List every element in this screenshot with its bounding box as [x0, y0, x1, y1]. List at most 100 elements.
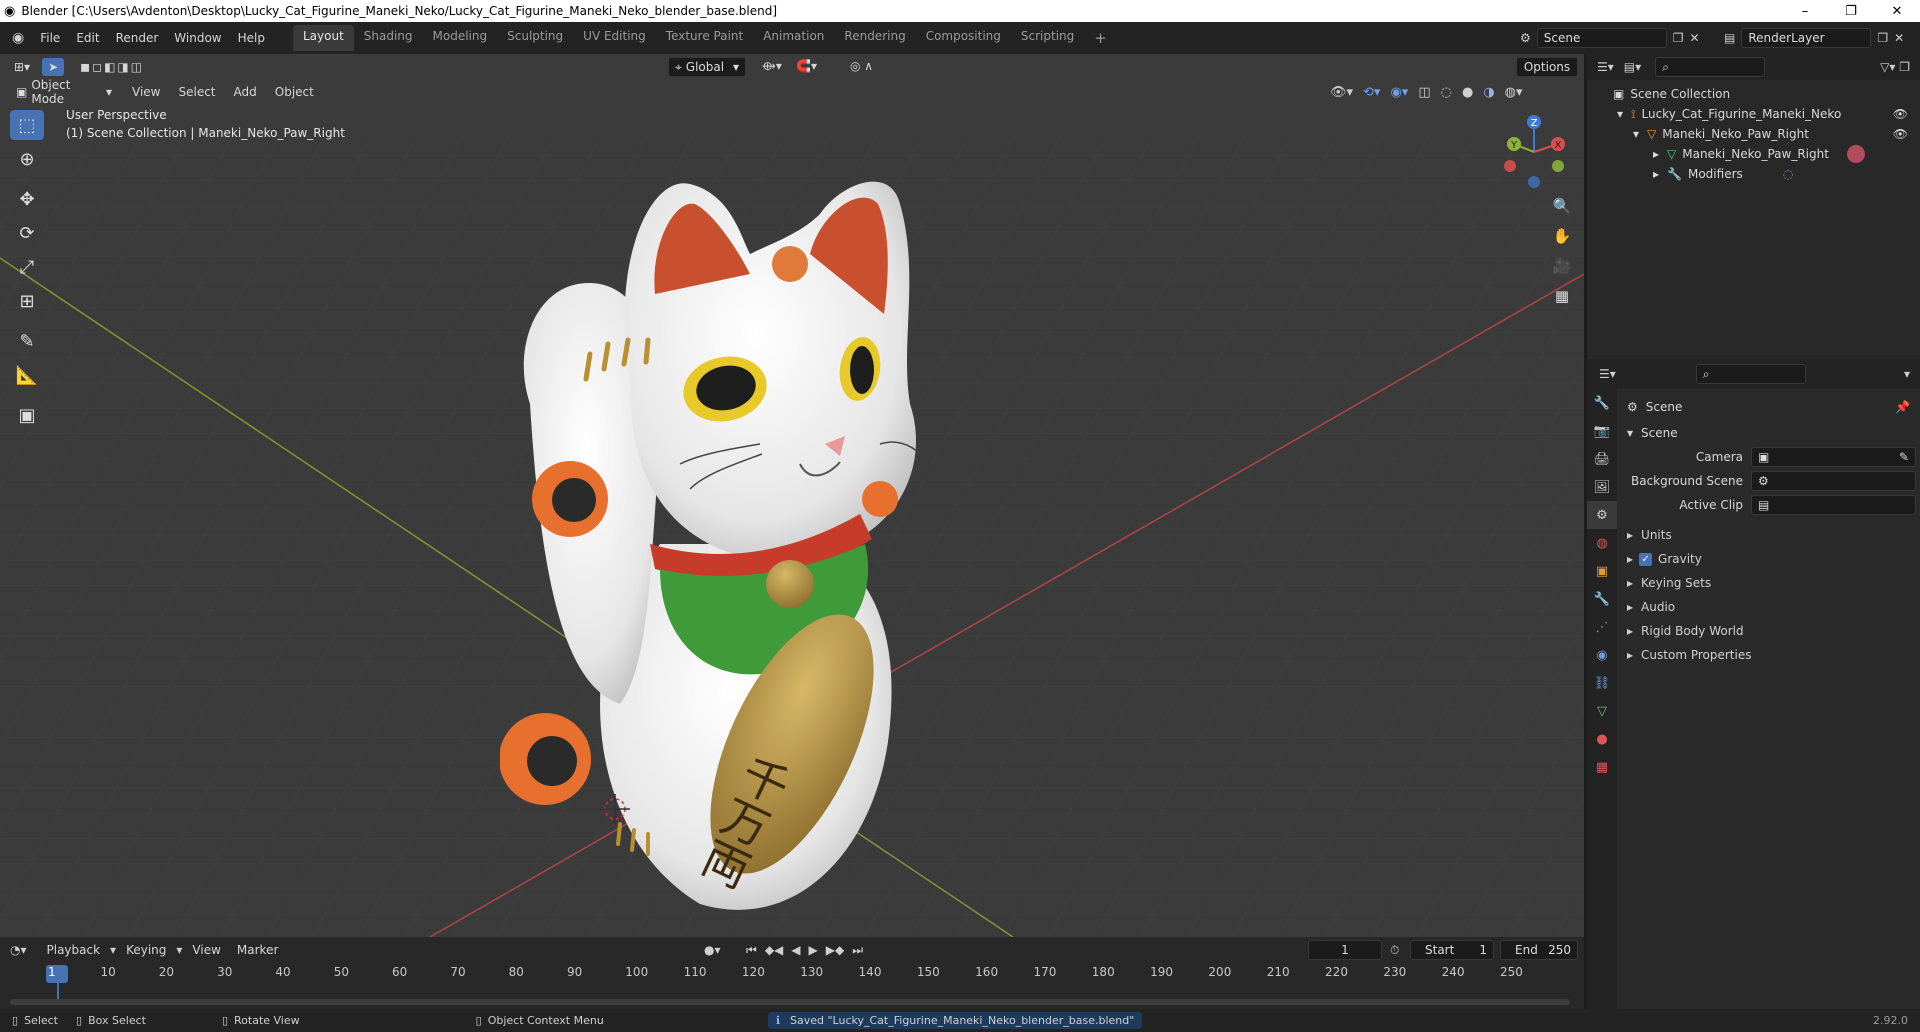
gravity-checkbox[interactable]: ✓ [1639, 552, 1653, 566]
outliner-row-scene-collection[interactable]: ▣ Scene Collection [1587, 84, 1920, 104]
timeline-scrollbar[interactable] [10, 999, 1570, 1005]
properties-editor-icon[interactable]: ☰▾ [1599, 367, 1616, 381]
collapse-chevron-icon[interactable]: ▸ [1653, 167, 1659, 181]
add-workspace-button[interactable]: + [1084, 25, 1117, 51]
start-frame-field[interactable]: Start 1 [1410, 940, 1494, 960]
audio-panel[interactable]: ▸ Audio [1617, 595, 1920, 619]
gravity-panel[interactable]: ▸ ✓ Gravity [1617, 547, 1920, 571]
expand-chevron-icon[interactable]: ▾ [1633, 127, 1639, 141]
expand-chevron-icon[interactable]: ▾ [1617, 107, 1623, 121]
keying-sets-panel[interactable]: ▸ Keying Sets [1617, 571, 1920, 595]
menu-window[interactable]: Window [166, 31, 229, 45]
play-icon[interactable]: ▶ [809, 943, 818, 958]
custom-properties-panel[interactable]: ▸ Custom Properties [1617, 643, 1920, 667]
physics-tab-icon[interactable]: ◉ [1587, 641, 1617, 669]
outliner-search-input[interactable]: ⌕ [1655, 57, 1766, 77]
display-mode-icon[interactable]: ▤▾ [1624, 60, 1641, 74]
timeline-menu-view[interactable]: View [186, 941, 226, 959]
texture-tab-icon[interactable]: ▦ [1587, 753, 1617, 781]
outliner-row-object[interactable]: ▾ ▽ Maneki_Neko_Paw_Right 👁 [1587, 124, 1920, 144]
timeline-menu-keying[interactable]: Keying [120, 941, 172, 959]
annotate-tool-icon[interactable]: ✎ [10, 326, 44, 356]
modifier-tab-icon[interactable]: 🔧 [1587, 585, 1617, 613]
frame-ruler[interactable]: 1 10 20 30 40 50 60 70 80 90 100 110 120 130 140 150 160… [0, 963, 1584, 1009]
end-frame-field[interactable]: End 250 [1500, 940, 1578, 960]
zoom-icon[interactable]: 🔍 [1548, 192, 1576, 220]
object-tab-icon[interactable]: ▣ [1587, 557, 1617, 585]
jump-end-icon[interactable]: ⏭ [852, 943, 863, 958]
pin-icon[interactable]: 📌 [1895, 400, 1910, 414]
chevron-down-icon[interactable]: ▾ [1904, 367, 1910, 381]
properties-search-input[interactable]: ⌕ [1695, 364, 1806, 384]
particles-tab-icon[interactable]: ⋰ [1587, 613, 1617, 641]
rotate-tool-icon[interactable]: ⟳ [10, 218, 44, 248]
scene-icon[interactable]: ⚙ [1520, 31, 1531, 45]
new-scene-icon[interactable]: ❐ [1673, 31, 1684, 45]
prev-keyframe-icon[interactable]: ◆◀ [765, 943, 783, 958]
data-tab-icon[interactable]: ▽ [1587, 697, 1617, 725]
background-scene-field[interactable]: ⚙ [1751, 471, 1916, 491]
tab-sculpting[interactable]: Sculpting [497, 25, 573, 51]
tab-layout[interactable]: Layout [292, 25, 354, 51]
ortho-grid-icon[interactable]: ▦ [1548, 282, 1576, 310]
outliner-row-armature[interactable]: ▾ ⟟ Lucky_Cat_Figurine_Maneki_Neko 👁 [1587, 104, 1920, 124]
measure-tool-icon[interactable]: 📐 [10, 360, 44, 390]
clock-icon[interactable]: ⏱ [1390, 943, 1399, 958]
visibility-eye-icon[interactable]: 👁 [1893, 127, 1908, 141]
output-tab-icon[interactable]: 🖨 [1587, 445, 1617, 473]
move-tool-icon[interactable]: ✥ [10, 184, 44, 214]
remove-scene-icon[interactable]: ✕ [1690, 31, 1700, 45]
tab-compositing[interactable]: Compositing [916, 25, 1011, 51]
scene-panel-header[interactable]: ▾ Scene [1617, 421, 1920, 445]
menu-help[interactable]: Help [230, 31, 273, 45]
timeline-editor-icon[interactable]: ◔▾ [10, 943, 27, 957]
modifier-icon[interactable]: ◌ [1783, 167, 1793, 181]
tab-scripting[interactable]: Scripting [1011, 25, 1084, 51]
constraints-tab-icon[interactable]: ⛓ [1587, 669, 1617, 697]
select-box-tool-icon[interactable]: ⬚ [10, 110, 44, 140]
tab-modeling[interactable]: Modeling [423, 25, 498, 51]
material-icon[interactable] [1846, 145, 1865, 163]
timeline-menu-marker[interactable]: Marker [231, 941, 284, 959]
view-layer-icon[interactable]: ▤ [1724, 31, 1735, 45]
units-panel[interactable]: ▸ Units [1617, 523, 1920, 547]
add-cube-tool-icon[interactable]: ▣ [10, 400, 44, 430]
render-layer-selector[interactable]: RenderLayer [1741, 28, 1872, 48]
outliner-row-modifiers[interactable]: ▸ 🔧 Modifiers ◌ [1587, 164, 1920, 184]
render-tab-icon[interactable]: 📷 [1587, 417, 1617, 445]
3d-viewport[interactable]: ⊞▾ ➤ ◼◻◧◨◫ ⌖ Global ▾ ⟴▾ 🧲▾ ◎ ∧ Options ▣ O… [0, 54, 1584, 937]
current-frame-field[interactable]: 1 [1308, 940, 1382, 960]
play-reverse-icon[interactable]: ◀ [791, 943, 800, 958]
collapse-chevron-icon[interactable]: ▸ [1653, 147, 1659, 161]
tab-uv-editing[interactable]: UV Editing [573, 25, 656, 51]
world-tab-icon[interactable]: ◍ [1587, 529, 1617, 557]
outliner-row-mesh[interactable]: ▸ ▽ Maneki_Neko_Paw_Right [1587, 144, 1920, 164]
record-icon[interactable]: ●▾ [704, 943, 721, 957]
close-button[interactable]: ✕ [1874, 4, 1920, 19]
minimize-button[interactable]: – [1782, 4, 1828, 19]
maneki-neko-figurine[interactable]: 千万両 [500, 144, 980, 924]
timeline-menu-playback[interactable]: Playback [41, 941, 107, 959]
navigation-gizmo[interactable]: Z X Y [1496, 114, 1572, 190]
blender-menu-icon[interactable]: ◉ [12, 30, 24, 46]
active-clip-field[interactable]: ▤ [1751, 495, 1916, 515]
tab-texture-paint[interactable]: Texture Paint [656, 25, 753, 51]
camera-view-icon[interactable]: 🎥 [1548, 252, 1576, 280]
menu-render[interactable]: Render [108, 31, 167, 45]
menu-file[interactable]: File [32, 31, 68, 45]
view-layer-tab-icon[interactable]: 🖼 [1587, 473, 1617, 501]
pan-hand-icon[interactable]: ✋ [1548, 222, 1576, 250]
filter-icon[interactable]: ▽▾ ❐ [1880, 60, 1910, 74]
transform-tool-icon[interactable]: ⊞ [10, 286, 44, 316]
camera-field[interactable]: ▣ ✎ [1751, 447, 1916, 467]
new-layer-icon[interactable]: ❐ [1877, 31, 1888, 45]
menu-edit[interactable]: Edit [68, 31, 107, 45]
next-keyframe-icon[interactable]: ▶◆ [826, 943, 844, 958]
rigid-body-world-panel[interactable]: ▸ Rigid Body World [1617, 619, 1920, 643]
scale-tool-icon[interactable]: ⤢ [10, 252, 44, 282]
eyedropper-icon[interactable]: ✎ [1899, 450, 1909, 464]
scene-tab-icon[interactable]: ⚙ [1587, 501, 1617, 529]
visibility-eye-icon[interactable]: 👁 [1893, 107, 1908, 121]
cursor-tool-icon[interactable]: ⊕ [10, 144, 44, 174]
tab-rendering[interactable]: Rendering [834, 25, 915, 51]
